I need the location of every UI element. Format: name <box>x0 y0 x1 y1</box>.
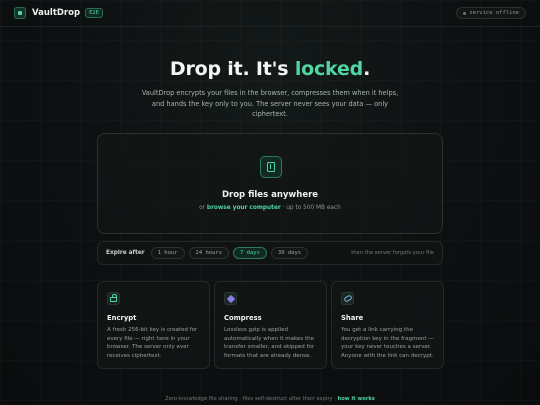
hero-title-main: Drop it. It's <box>169 58 295 80</box>
feature-card-encrypt: Encrypt A fresh 256-bit key is created f… <box>97 281 210 369</box>
expiry-option-1-hour[interactable]: 1 hour <box>150 247 185 259</box>
how-it-works-link[interactable]: how it works <box>338 396 375 402</box>
footer: Zero-knowledge file sharing · files self… <box>0 396 540 402</box>
status-dot-icon <box>463 11 467 15</box>
browse-computer-link[interactable]: browse your computer <box>207 205 281 211</box>
lock-icon <box>107 292 120 305</box>
status-text: service offline <box>469 10 519 16</box>
expiry-option-30-days[interactable]: 30 days <box>270 247 309 259</box>
feature-title: Compress <box>224 314 262 322</box>
gem-icon <box>224 292 237 305</box>
service-status-badge: service offline <box>456 7 526 19</box>
dropzone-title: Drop files anywhere <box>221 190 319 200</box>
hero-title-accent: locked <box>294 58 364 80</box>
link-icon <box>341 292 354 305</box>
expiry-option-7-days[interactable]: 7 days <box>233 247 267 259</box>
hero-title-end: . <box>363 58 371 80</box>
feature-title: Share <box>341 314 364 322</box>
e2e-badge: E2E <box>85 8 103 18</box>
feature-card-compress: Compress Lossless gzip is applied automa… <box>214 281 327 369</box>
dropzone-limit: · up to 500 MB each <box>280 205 341 211</box>
top-bar: VaultDrop E2E service offline <box>0 0 540 27</box>
feature-body: A fresh 256-bit key is created for every… <box>107 327 198 359</box>
dropzone-or: or <box>199 205 207 211</box>
hero-subtitle: VaultDrop encrypts your files in the bro… <box>141 89 399 118</box>
brand-name[interactable]: VaultDrop <box>32 8 80 18</box>
file-upload-icon <box>260 156 282 178</box>
expiry-option-24-hours[interactable]: 24 hours <box>188 247 230 259</box>
expiry-note: then the server forgets your file <box>351 250 434 256</box>
dropzone-subtitle: or browse your computer · up to 500 MB e… <box>98 205 442 211</box>
vaultdrop-logo-icon[interactable] <box>14 7 26 19</box>
expiry-selector: Expire after 1 hour 24 hours 7 days 30 d… <box>97 241 443 265</box>
footer-text: Zero-knowledge file sharing · files self… <box>165 396 338 402</box>
expiry-label: Expire after <box>106 250 145 256</box>
feature-card-share: Share You get a link carrying the decryp… <box>331 281 444 369</box>
feature-title: Encrypt <box>107 314 137 322</box>
feature-body: You get a link carrying the decryption k… <box>341 327 434 359</box>
file-dropzone[interactable]: Drop files anywhere or browse your compu… <box>97 133 443 234</box>
hero-title: Drop it. It's locked. <box>0 58 540 80</box>
feature-body: Lossless gzip is applied automatically w… <box>224 327 315 359</box>
